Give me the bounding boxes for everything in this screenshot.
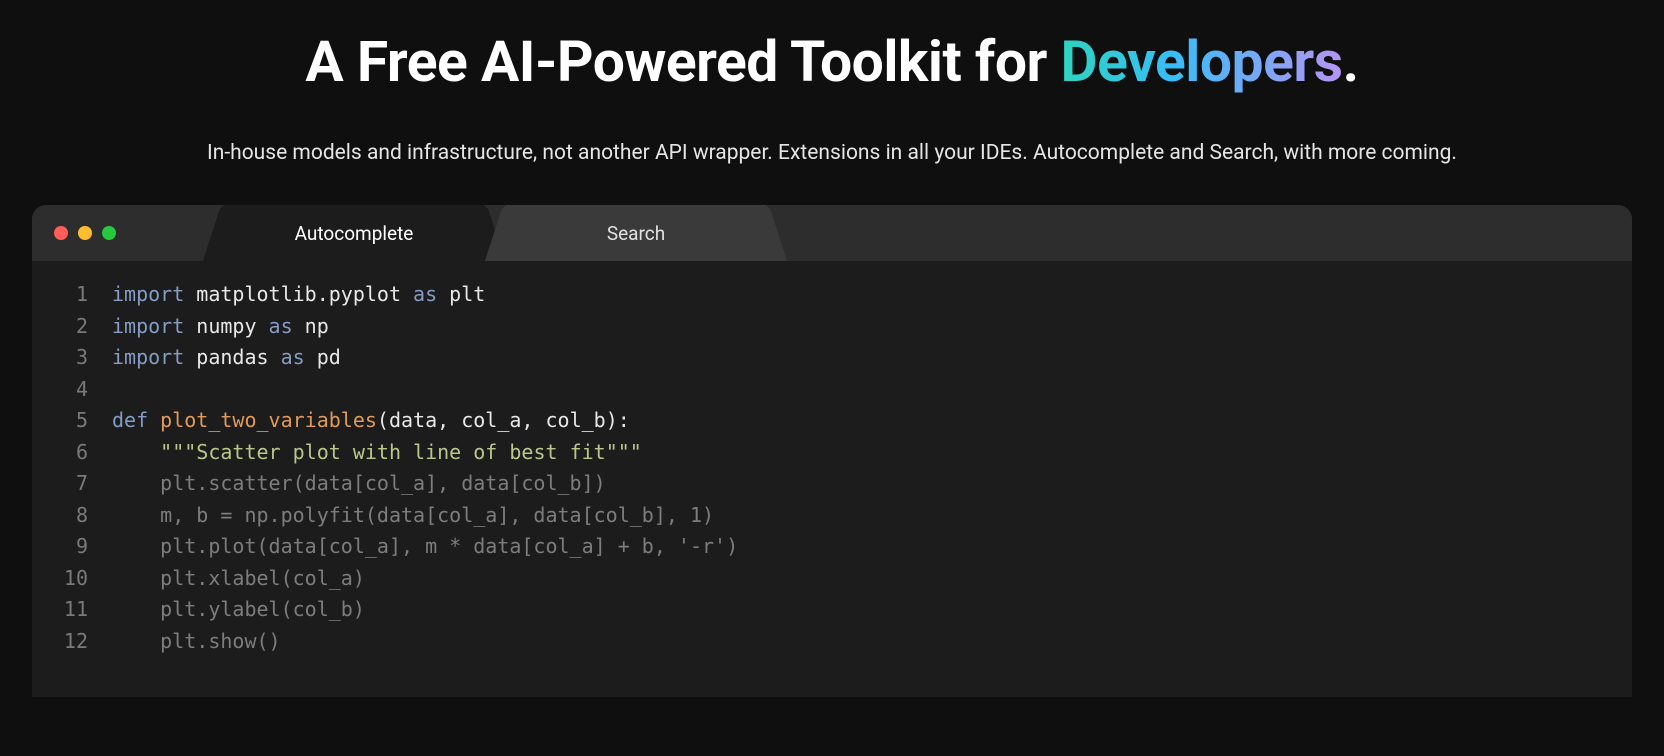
code-token: plt [437,282,485,306]
line-number: 2 [32,311,112,343]
code-token: plt.xlabel(col_a) [112,566,365,590]
code-token: plt.plot(data[col_a], m * data[col_a] + … [112,534,738,558]
code-token: plt.scatter(data[col_a], data[col_b]) [112,471,606,495]
line-source: import matplotlib.pyplot as plt [112,279,1632,311]
line-number: 11 [32,594,112,626]
headline-prefix: A Free AI-Powered Toolkit for [305,28,1060,95]
line-number: 8 [32,500,112,532]
code-token [148,408,160,432]
tab-search[interactable]: Search [506,205,766,261]
code-token: as [269,314,293,338]
line-source: plt.xlabel(col_a) [112,563,1632,595]
line-number: 5 [32,405,112,437]
code-token: plt.ylabel(col_b) [112,597,365,621]
maximize-icon[interactable] [102,226,116,240]
code-token: np [293,314,329,338]
tab-label: Search [607,222,665,245]
tab-autocomplete[interactable]: Autocomplete [224,205,484,261]
subheadline: In-house models and infrastructure, not … [0,141,1664,165]
code-token [112,440,160,464]
code-token: (data, col_a, col_b): [377,408,630,432]
code-line: 1import matplotlib.pyplot as plt [32,279,1632,311]
code-token: numpy [184,314,268,338]
minimize-icon[interactable] [78,226,92,240]
code-line: 4 [32,374,1632,406]
code-token: import [112,314,184,338]
code-token: as [281,345,305,369]
code-token: as [413,282,437,306]
tab-label: Autocomplete [295,222,414,245]
code-token: pd [305,345,341,369]
line-source [112,374,1632,406]
headline-suffix: . [1343,28,1359,95]
window-controls [32,226,134,240]
line-source: plt.ylabel(col_b) [112,594,1632,626]
line-number: 4 [32,374,112,406]
code-line: 12 plt.show() [32,626,1632,658]
line-number: 12 [32,626,112,658]
code-line: 6 """Scatter plot with line of best fit"… [32,437,1632,469]
code-token: matplotlib.pyplot [184,282,413,306]
code-token: def [112,408,148,432]
line-source: import numpy as np [112,311,1632,343]
code-line: 8 m, b = np.polyfit(data[col_a], data[co… [32,500,1632,532]
code-token: """Scatter plot with line of best fit""" [160,440,642,464]
code-line: 7 plt.scatter(data[col_a], data[col_b]) [32,468,1632,500]
code-editor-window: Autocomplete Search 1import matplotlib.p… [32,205,1632,697]
code-token: import [112,345,184,369]
line-source: m, b = np.polyfit(data[col_a], data[col_… [112,500,1632,532]
line-source: plt.scatter(data[col_a], data[col_b]) [112,468,1632,500]
close-icon[interactable] [54,226,68,240]
headline: A Free AI-Powered Toolkit for Developers… [0,28,1664,95]
line-source: """Scatter plot with line of best fit""" [112,437,1632,469]
code-line: 2import numpy as np [32,311,1632,343]
code-token: m, b = np.polyfit(data[col_a], data[col_… [112,503,714,527]
line-number: 6 [32,437,112,469]
code-line: 10 plt.xlabel(col_a) [32,563,1632,595]
code-token: plt.show() [112,629,281,653]
line-number: 9 [32,531,112,563]
code-token: import [112,282,184,306]
line-source: import pandas as pd [112,342,1632,374]
line-source: def plot_two_variables(data, col_a, col_… [112,405,1632,437]
editor-tabbar: Autocomplete Search [32,205,1632,261]
line-number: 1 [32,279,112,311]
headline-highlight: Developers [1061,28,1343,95]
code-line: 5def plot_two_variables(data, col_a, col… [32,405,1632,437]
line-number: 7 [32,468,112,500]
code-token: plot_two_variables [160,408,377,432]
code-token: pandas [184,345,280,369]
code-line: 9 plt.plot(data[col_a], m * data[col_a] … [32,531,1632,563]
code-line: 3import pandas as pd [32,342,1632,374]
line-number: 10 [32,563,112,595]
line-source: plt.show() [112,626,1632,658]
code-line: 11 plt.ylabel(col_b) [32,594,1632,626]
line-source: plt.plot(data[col_a], m * data[col_a] + … [112,531,1632,563]
code-area[interactable]: 1import matplotlib.pyplot as plt2import … [32,261,1632,657]
line-number: 3 [32,342,112,374]
